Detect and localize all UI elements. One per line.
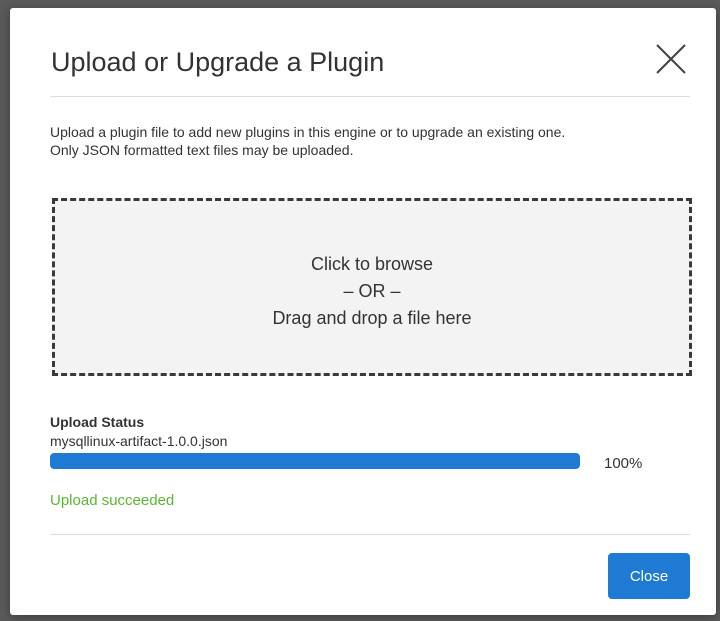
upload-plugin-dialog: Upload or Upgrade a Plugin Upload a plug… xyxy=(10,8,716,615)
upload-progress-bar xyxy=(50,453,580,469)
close-icon[interactable] xyxy=(654,42,688,76)
header-divider xyxy=(50,96,690,97)
file-dropzone[interactable]: Click to browse – OR – Drag and drop a f… xyxy=(52,198,692,376)
upload-result-message: Upload succeeded xyxy=(50,492,175,509)
upload-file-name: mysqllinux-artifact-1.0.0.json xyxy=(50,433,228,449)
dropzone-or-text: – OR – xyxy=(343,281,401,301)
dropzone-browse-text: Click to browse xyxy=(310,254,434,274)
footer-divider xyxy=(50,534,690,535)
dialog-header: Upload or Upgrade a Plugin xyxy=(10,8,716,96)
dropzone-drag-text: Drag and drop a file here xyxy=(272,308,472,328)
upload-status-label: Upload Status xyxy=(50,414,145,430)
dropzone-text: Click to browse – OR – Drag and drop a f… xyxy=(55,251,689,332)
dialog-title: Upload or Upgrade a Plugin xyxy=(51,47,385,77)
upload-progress-percent: 100% xyxy=(604,455,643,472)
description-line: Only JSON formatted text files may be up… xyxy=(50,142,354,158)
dialog-description: Upload a plugin file to add new plugins … xyxy=(50,123,700,159)
description-line: Upload a plugin file to add new plugins … xyxy=(50,124,566,140)
upload-progress-fill xyxy=(50,453,580,469)
close-button[interactable]: Close xyxy=(608,553,690,599)
